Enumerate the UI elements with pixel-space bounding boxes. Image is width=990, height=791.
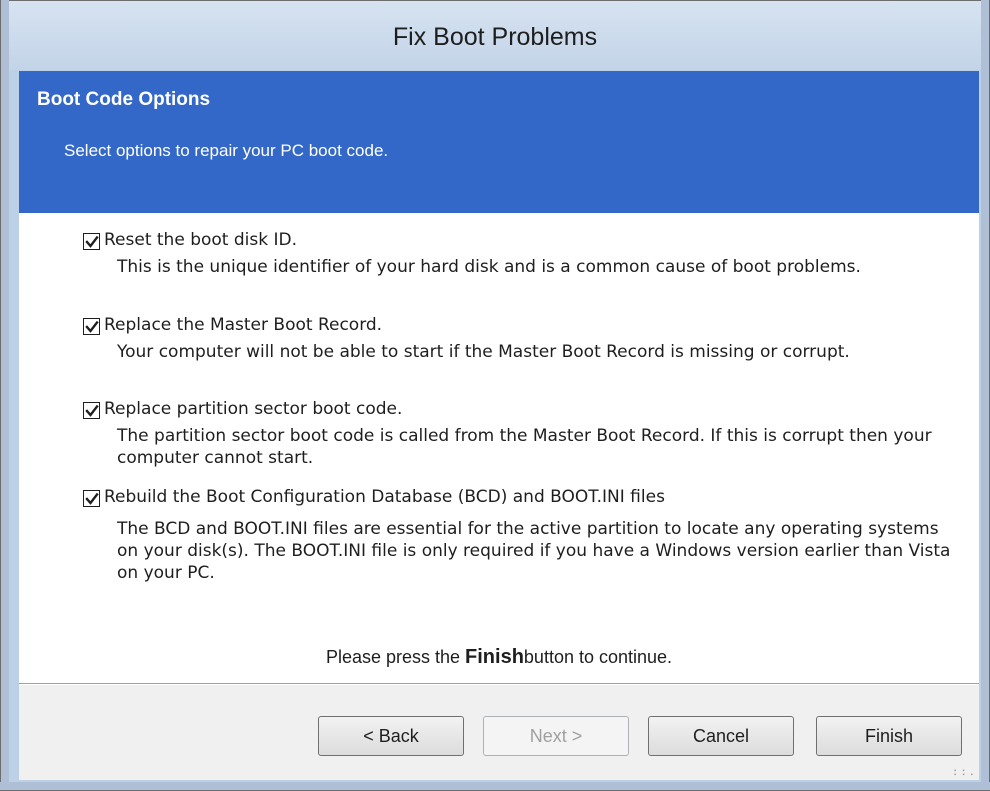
option-label[interactable]: Replace partition sector boot code. — [104, 399, 402, 419]
option-description: Your computer will not be able to start … — [117, 342, 850, 362]
title-bar[interactable]: Fix Boot Problems — [0, 0, 990, 70]
cancel-button[interactable]: Cancel — [648, 716, 794, 756]
footer-divider — [19, 683, 979, 684]
instruction-emphasis: Finish — [465, 646, 524, 668]
window-title: Fix Boot Problems — [392, 23, 598, 51]
banner-subtitle: Select options to repair your PC boot co… — [64, 141, 389, 160]
instruction-prefix: Please press the — [325, 647, 461, 667]
option-description: The BCD and BOOT.INI files are essential… — [117, 519, 951, 583]
next-button[interactable]: Next > — [483, 716, 629, 756]
checkmark-icon — [85, 235, 99, 248]
button-bar: < Back Next > Cancel Finish ⠠⠠ ⠠⠠⠠ — [19, 685, 979, 780]
checkmark-icon — [85, 404, 99, 417]
replace-mbr-checkbox[interactable] — [83, 318, 100, 335]
option-description: This is the unique identifier of your ha… — [117, 257, 861, 277]
dialog-window: Fix Boot Problems Boot Code Options Sele… — [0, 0, 990, 791]
resize-grip-icon[interactable]: ⠠⠠ ⠠⠠⠠ — [950, 765, 975, 779]
option-label[interactable]: Replace the Master Boot Record. — [104, 315, 382, 335]
option-label[interactable]: Reset the boot disk ID. — [104, 230, 297, 250]
window-frame-left — [0, 0, 9, 791]
finish-instruction: Please press the Finishbutton to continu… — [19, 646, 979, 669]
finish-button[interactable]: Finish — [816, 716, 962, 756]
instruction-suffix: button to continue. — [523, 647, 673, 667]
dialog-content: Boot Code Options Select options to repa… — [19, 71, 979, 780]
checkmark-icon — [85, 492, 99, 505]
header-banner: Boot Code Options Select options to repa… — [19, 71, 979, 213]
window-frame-right — [981, 0, 990, 791]
option-description: The partition sector boot code is called… — [117, 426, 932, 468]
window-frame-bottom — [0, 782, 990, 791]
option-label[interactable]: Rebuild the Boot Configuration Database … — [104, 487, 665, 507]
partition-boot-code-checkbox[interactable] — [83, 402, 100, 419]
reset-disk-id-checkbox[interactable] — [83, 233, 100, 250]
rebuild-bcd-checkbox[interactable] — [83, 490, 100, 507]
back-button[interactable]: < Back — [318, 716, 464, 756]
checkmark-icon — [85, 320, 99, 333]
banner-title: Boot Code Options — [37, 89, 211, 110]
